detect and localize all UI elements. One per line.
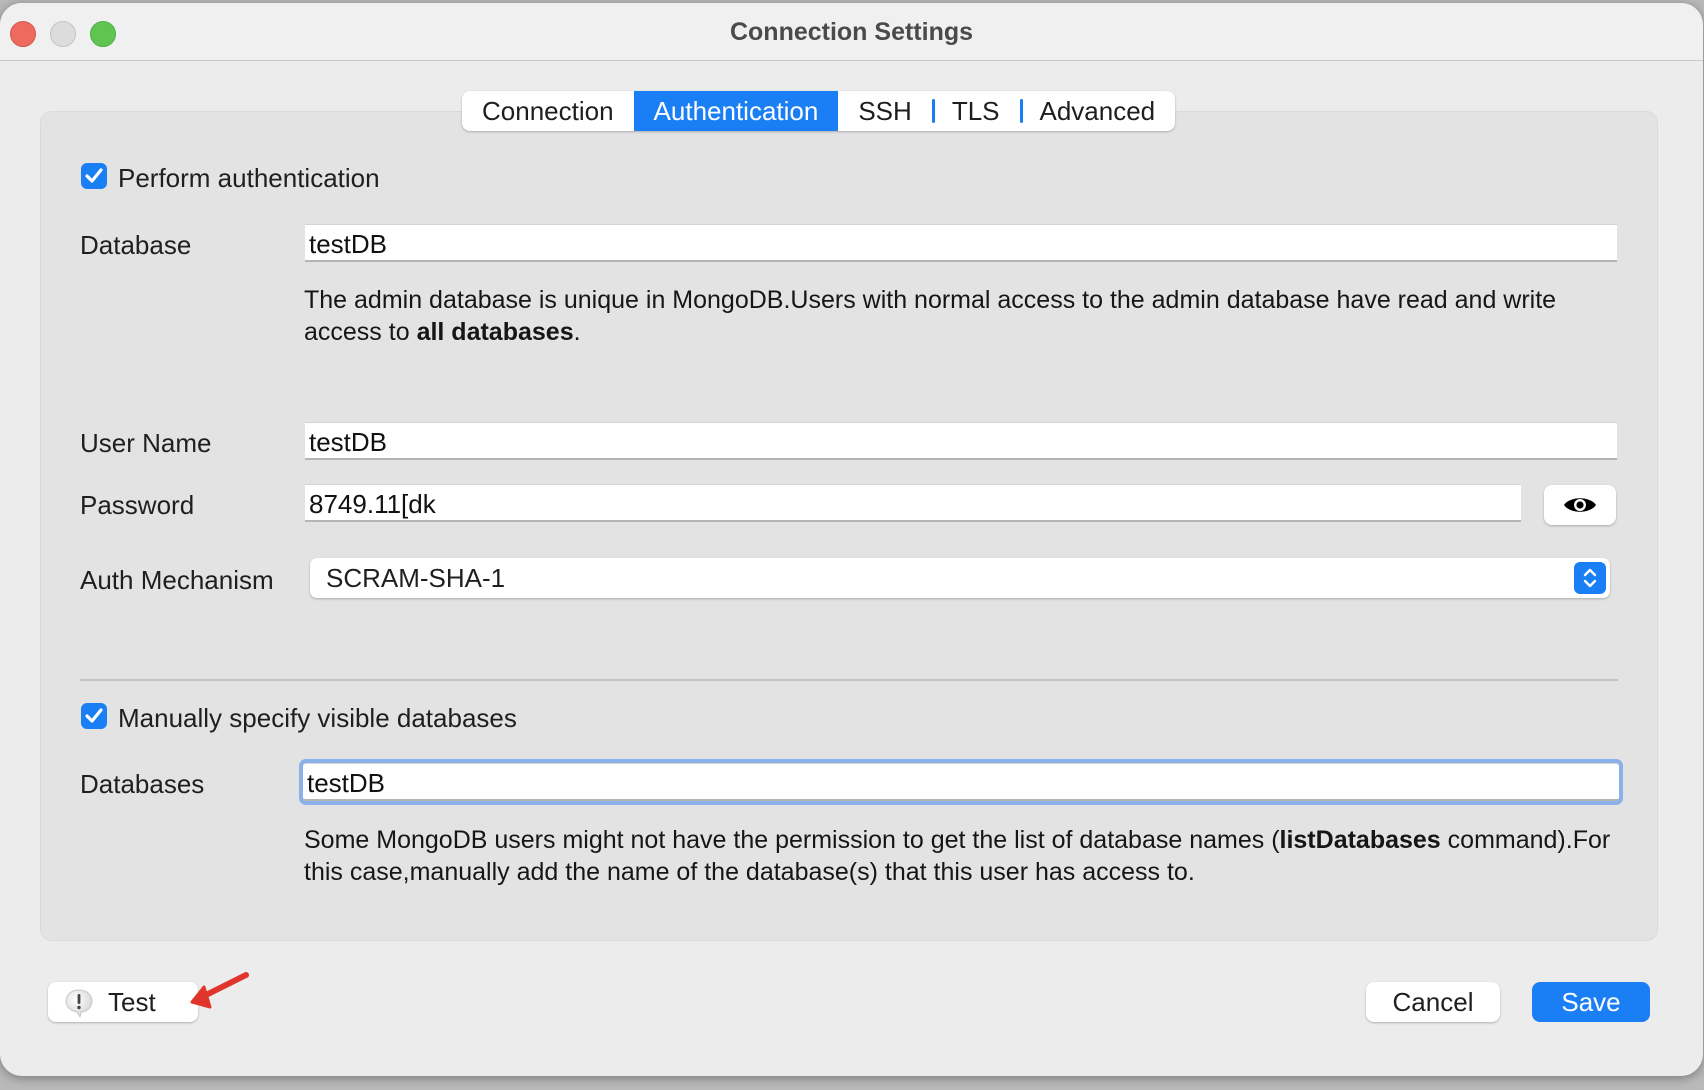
section-divider: [80, 679, 1618, 681]
window-title: Connection Settings: [729, 18, 974, 46]
connection-settings-window: Connection Settings Connection Authentic…: [0, 3, 1703, 1076]
username-label: User Name: [80, 428, 212, 458]
tab-authentication[interactable]: Authentication: [633, 91, 839, 131]
database-label: Database: [80, 230, 192, 260]
tab-connection[interactable]: Connection: [462, 91, 634, 131]
tab-ssh[interactable]: SSH: [838, 91, 931, 131]
title-bar: Connection Settings: [0, 3, 1703, 61]
databases-help-bold: listDatabases: [1279, 826, 1441, 854]
perform-authentication-checkbox[interactable]: [81, 163, 107, 189]
checkmark-icon: [85, 708, 103, 723]
username-input[interactable]: testDB: [305, 422, 1617, 460]
manual-databases-label: Manually specify visible databases: [118, 703, 517, 733]
alert-bubble-icon: [64, 988, 94, 1029]
test-button[interactable]: Test: [48, 982, 198, 1022]
auth-mechanism-value: SCRAM-SHA-1: [326, 563, 506, 593]
databases-label: Databases: [80, 769, 205, 799]
cancel-button[interactable]: Cancel: [1366, 982, 1500, 1022]
auth-mechanism-select[interactable]: SCRAM-SHA-1: [310, 558, 1610, 598]
databases-help-part: Some MongoDB users might not have the pe…: [304, 826, 1280, 854]
test-button-label: Test: [108, 987, 156, 1017]
auth-mechanism-label: Auth Mechanism: [80, 565, 274, 595]
tab-bar: Connection Authentication SSH TLS Advanc…: [462, 91, 1176, 131]
tab-tls[interactable]: TLS: [931, 91, 1020, 131]
database-input[interactable]: testDB: [305, 224, 1617, 262]
tab-advanced[interactable]: Advanced: [1019, 91, 1176, 131]
database-help-text: The admin database is unique in MongoDB.…: [304, 284, 1624, 348]
show-password-button[interactable]: [1544, 485, 1616, 525]
databases-input[interactable]: testDB: [299, 759, 1623, 805]
save-button[interactable]: Save: [1532, 982, 1650, 1022]
updown-chevron-icon: [1574, 562, 1606, 594]
database-help-bold: all databases: [416, 318, 574, 346]
eye-icon: [1564, 498, 1596, 512]
password-input[interactable]: 8749.11[dk: [305, 484, 1521, 522]
manual-databases-checkbox[interactable]: [81, 703, 107, 729]
perform-authentication-label: Perform authentication: [118, 163, 380, 193]
annotation-arrow-icon: [190, 972, 249, 1009]
checkmark-icon: [85, 168, 103, 183]
database-help-end: .: [573, 318, 581, 346]
databases-help-text: Some MongoDB users might not have the pe…: [304, 824, 1624, 888]
password-label: Password: [80, 490, 195, 520]
